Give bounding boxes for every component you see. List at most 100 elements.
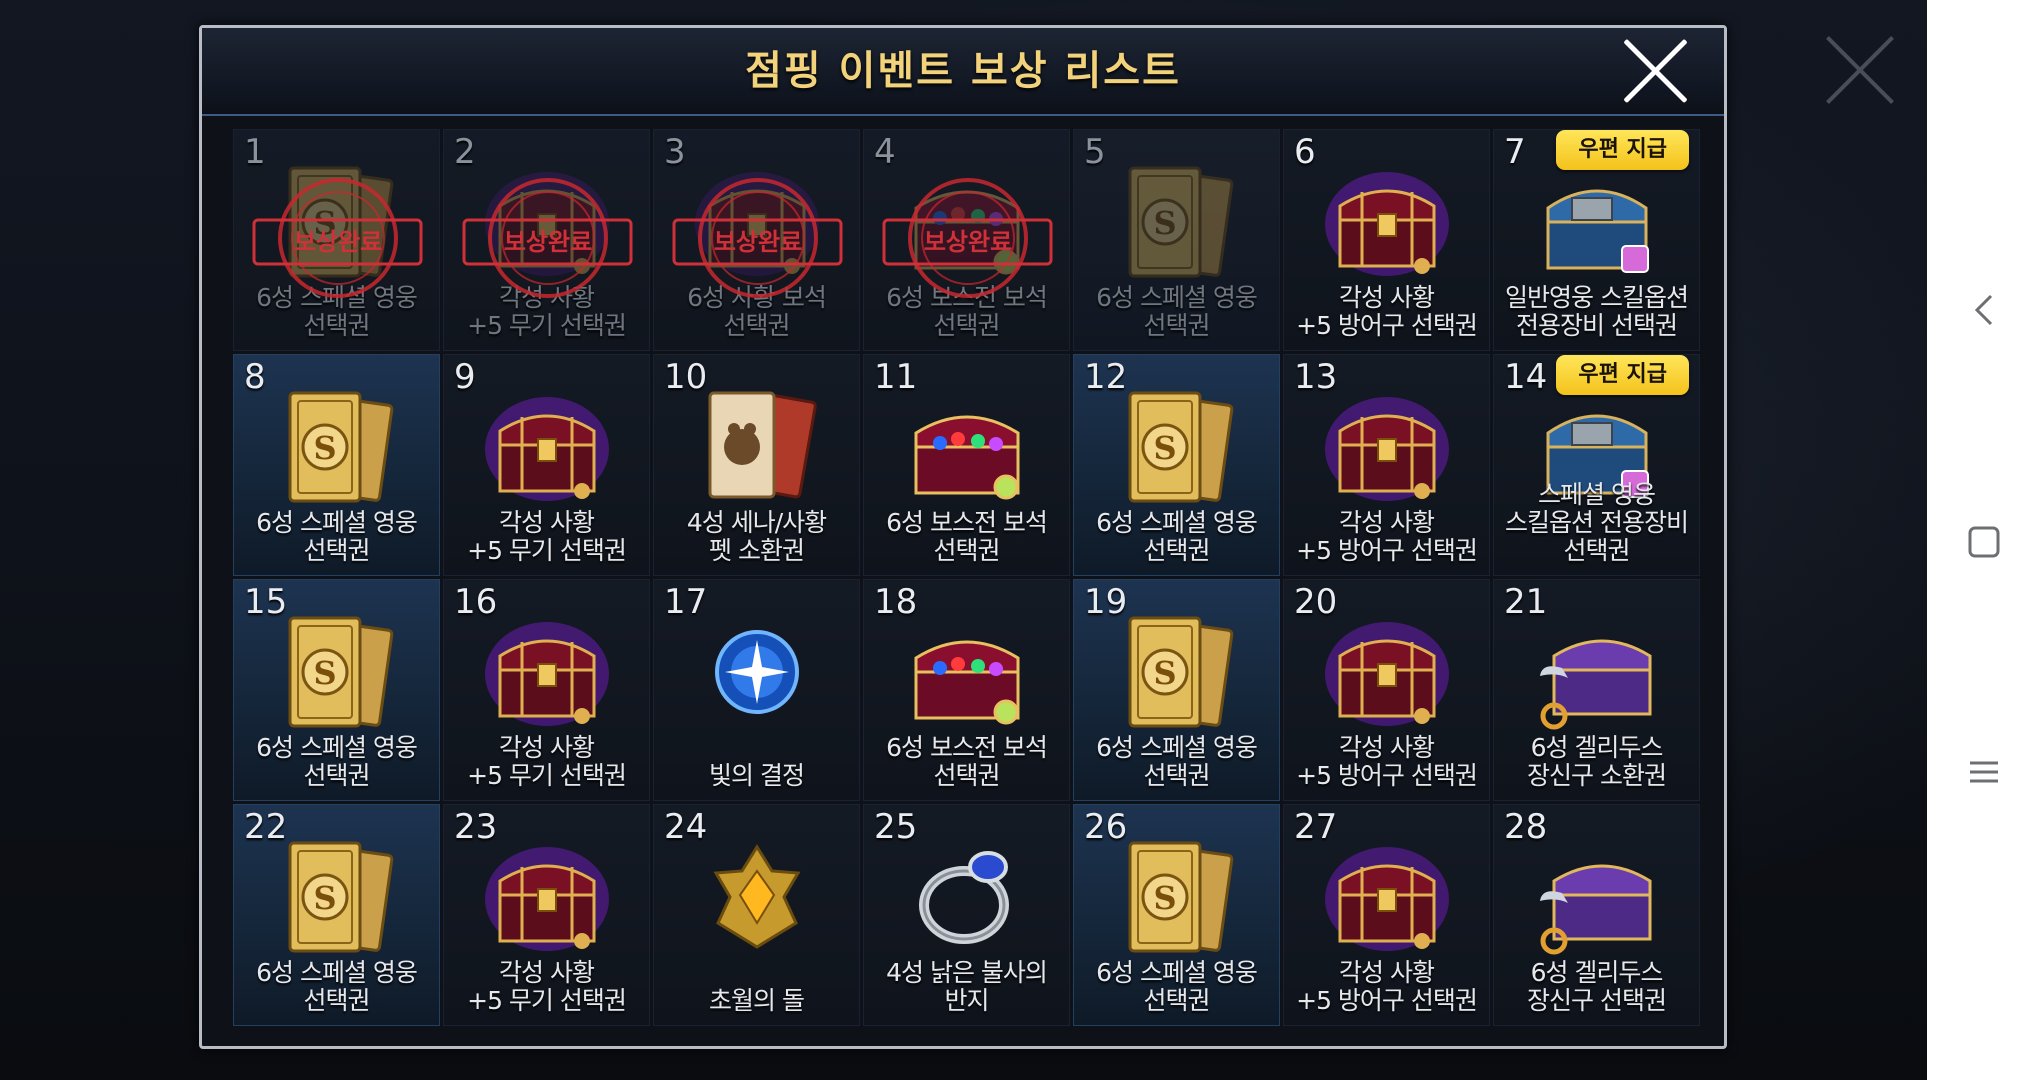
reward-item-23[interactable]: 23 각성 사황 +5 무기 선택권 <box>443 804 650 1026</box>
pet-card-icon <box>692 387 822 507</box>
reward-item-26[interactable]: 26 S 6성 스페셜 영웅 선택권 <box>1073 804 1280 1026</box>
chest-icon <box>1322 612 1452 732</box>
reward-list-dialog: 점핑 이벤트 보상 리스트 1 S 6성 스페셜 영웅 선택권 보상완료 2 각성 사황 … <box>199 25 1727 1049</box>
reward-item-10[interactable]: 10 4성 세나/사황 펫 소환권 <box>653 354 860 576</box>
reward-item-25[interactable]: 25 4성 낡은 불사의 반지 <box>863 804 1070 1026</box>
reward-item-5[interactable]: 5 S 6성 스페셜 영웅 선택권 <box>1073 129 1280 351</box>
svg-text:보상완료: 보상완료 <box>714 228 802 256</box>
reward-day-number: 9 <box>454 357 476 397</box>
ticket-icon: S <box>1112 162 1242 282</box>
reward-item-7[interactable]: 7 일반영웅 스킬옵션 전용장비 선택권 우편 지급 <box>1493 129 1700 351</box>
reward-label: 각성 사황 +5 무기 선택권 <box>467 508 627 565</box>
reward-label: 각성 사황 +5 방어구 선택권 <box>1296 508 1478 565</box>
reward-item-18[interactable]: 18 6성 보스전 보석 선택권 <box>863 579 1070 801</box>
reward-label: 6성 스페셜 영웅 선택권 <box>1096 508 1258 565</box>
reward-label: 일반영웅 스킬옵션 전용장비 선택권 <box>1505 283 1689 340</box>
ticket-icon: S <box>272 387 402 507</box>
svg-text:S: S <box>1153 204 1176 242</box>
reward-item-24[interactable]: 24 초월의 돌 <box>653 804 860 1026</box>
reward-label: 6성 스페셜 영웅 선택권 <box>1096 283 1258 340</box>
reward-label: 초월의 돌 <box>709 986 805 1015</box>
reward-item-3[interactable]: 3 6성 사황 보석 선택권 보상완료 <box>653 129 860 351</box>
square-icon[interactable] <box>1927 502 2040 582</box>
svg-text:보상완료: 보상완료 <box>504 228 592 256</box>
svg-text:보상완료: 보상완료 <box>924 228 1012 256</box>
chest-icon <box>1322 162 1452 282</box>
reward-day-number: 4 <box>874 132 896 172</box>
svg-text:S: S <box>313 879 336 917</box>
reward-item-22[interactable]: 22 S 6성 스페셜 영웅 선택권 <box>233 804 440 1026</box>
reward-item-27[interactable]: 27 각성 사황 +5 방어구 선택권 <box>1283 804 1490 1026</box>
chest-icon <box>1322 837 1452 957</box>
svg-text:보상완료: 보상완료 <box>294 228 382 256</box>
reward-item-13[interactable]: 13 각성 사황 +5 방어구 선택권 <box>1283 354 1490 576</box>
reward-label: 스페셜 영웅 스킬옵션 전용장비 선택권 <box>1505 480 1689 565</box>
reward-label: 6성 스페셜 영웅 선택권 <box>256 958 418 1015</box>
reward-item-17[interactable]: 17 빛의 결정 <box>653 579 860 801</box>
light-crystal-icon <box>692 612 822 732</box>
blue-chest-icon <box>1532 162 1662 282</box>
reward-item-19[interactable]: 19 S 6성 스페셜 영웅 선택권 <box>1073 579 1280 801</box>
reward-item-16[interactable]: 16 각성 사황 +5 무기 선택권 <box>443 579 650 801</box>
svg-text:S: S <box>1153 654 1176 692</box>
reward-label: 각성 사황 +5 무기 선택권 <box>467 733 627 790</box>
svg-text:S: S <box>1153 879 1176 917</box>
transcend-stone-icon <box>692 837 822 957</box>
reward-grid: 1 S 6성 스페셜 영웅 선택권 보상완료 2 각성 사황 +5 무기 선택권 보상완료 3… <box>233 129 1700 1026</box>
chest-icon <box>1322 387 1452 507</box>
reward-item-28[interactable]: 28 6성 겔리두스 장신구 선택권 <box>1493 804 1700 1026</box>
reward-label: 6성 보스전 보석 선택권 <box>886 508 1048 565</box>
reward-item-8[interactable]: 8 S 6성 스페셜 영웅 선택권 <box>233 354 440 576</box>
reward-label: 6성 스페셜 영웅 선택권 <box>256 508 418 565</box>
claimed-stamp: 보상완료 <box>670 168 845 318</box>
reward-label: 6성 보스전 보석 선택권 <box>886 733 1048 790</box>
purple-chest-icon <box>1532 612 1662 732</box>
ticket-icon: S <box>1112 387 1242 507</box>
reward-item-21[interactable]: 21 6성 겔리두스 장신구 소환권 <box>1493 579 1700 801</box>
reward-label: 각성 사황 +5 무기 선택권 <box>467 958 627 1015</box>
mail-delivery-badge: 우편 지급 <box>1556 355 1689 395</box>
svg-text:S: S <box>1153 429 1176 467</box>
reward-item-20[interactable]: 20 각성 사황 +5 방어구 선택권 <box>1283 579 1490 801</box>
claimed-stamp: 보상완료 <box>880 168 1055 318</box>
ring-icon <box>902 837 1032 957</box>
reward-item-12[interactable]: 12 S 6성 스페셜 영웅 선택권 <box>1073 354 1280 576</box>
reward-label: 4성 낡은 불사의 반지 <box>886 958 1048 1015</box>
reward-day-number: 2 <box>454 132 476 172</box>
gem-chest-icon <box>902 612 1032 732</box>
reward-label: 6성 스페셜 영웅 선택권 <box>1096 733 1258 790</box>
ticket-icon: S <box>1112 612 1242 732</box>
menu-icon[interactable] <box>1927 732 2040 812</box>
reward-item-4[interactable]: 4 6성 보스전 보석 선택권 보상완료 <box>863 129 1070 351</box>
claimed-stamp: 보상완료 <box>250 168 425 318</box>
reward-item-11[interactable]: 11 6성 보스전 보석 선택권 <box>863 354 1070 576</box>
reward-label: 4성 세나/사황 펫 소환권 <box>686 508 827 565</box>
reward-label: 빛의 결정 <box>709 761 805 790</box>
purple-chest-icon <box>1532 837 1662 957</box>
reward-day-number: 3 <box>664 132 686 172</box>
close-icon[interactable] <box>1620 36 1690 106</box>
reward-label: 6성 겔리두스 장신구 소환권 <box>1527 733 1667 790</box>
reward-day-number: 7 <box>1504 132 1526 172</box>
reward-label: 각성 사황 +5 방어구 선택권 <box>1296 283 1478 340</box>
reward-item-1[interactable]: 1 S 6성 스페셜 영웅 선택권 보상완료 <box>233 129 440 351</box>
reward-item-14[interactable]: 14 스페셜 영웅 스킬옵션 전용장비 선택권 우편 지급 <box>1493 354 1700 576</box>
reward-item-6[interactable]: 6 각성 사황 +5 방어구 선택권 <box>1283 129 1490 351</box>
chest-icon <box>482 387 612 507</box>
reward-day-number: 1 <box>244 132 266 172</box>
claimed-stamp: 보상완료 <box>460 168 635 318</box>
mail-delivery-badge: 우편 지급 <box>1556 130 1689 170</box>
ticket-icon: S <box>272 837 402 957</box>
reward-item-9[interactable]: 9 각성 사황 +5 무기 선택권 <box>443 354 650 576</box>
android-navigation-bar <box>1927 0 2040 1080</box>
ticket-icon: S <box>272 612 402 732</box>
reward-item-15[interactable]: 15 S 6성 스페셜 영웅 선택권 <box>233 579 440 801</box>
chevron-left-icon[interactable] <box>1927 270 2040 350</box>
ticket-icon: S <box>1112 837 1242 957</box>
reward-item-2[interactable]: 2 각성 사황 +5 무기 선택권 보상완료 <box>443 129 650 351</box>
reward-day-number: 5 <box>1084 132 1106 172</box>
reward-label: 각성 사황 +5 방어구 선택권 <box>1296 958 1478 1015</box>
background-close-icon <box>1820 30 1900 110</box>
reward-label: 6성 스페셜 영웅 선택권 <box>1096 958 1258 1015</box>
reward-day-number: 6 <box>1294 132 1316 172</box>
